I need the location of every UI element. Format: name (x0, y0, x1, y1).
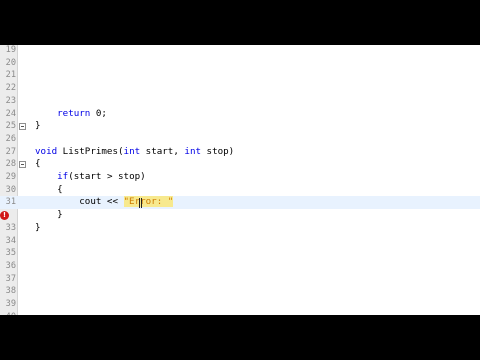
code-line[interactable]: 36 (0, 260, 480, 273)
code-line[interactable]: 28 { (0, 158, 480, 171)
code-line[interactable]: 35 (0, 247, 480, 260)
code-line[interactable]: 30 { (0, 184, 480, 197)
line-number: 35 (5, 248, 16, 259)
line-number: 40 (0, 311, 16, 315)
line-number: 30 (5, 184, 16, 195)
code-line[interactable]: 25} (0, 120, 480, 133)
code-text: } (35, 120, 41, 132)
code-text: { (35, 183, 63, 195)
code-line[interactable]: 27 void ListPrimes(int start, int stop) (0, 146, 480, 159)
code-line[interactable]: 33} (0, 222, 480, 235)
code-line[interactable]: 24 return 0; (0, 108, 480, 121)
line-number: 37 (5, 273, 16, 284)
code-text: } (35, 209, 63, 221)
code-editor[interactable]: 19 20 21 22 23 24 return 0; 25} 26 27 void ListPr… (0, 45, 480, 315)
keyword: int (123, 145, 141, 157)
line-number: 27 (5, 146, 16, 157)
line-number: 21 (5, 70, 16, 81)
keyword: void (35, 145, 58, 157)
code-line[interactable]: 29 if(start > stop) (0, 171, 480, 184)
code-text: return 0; (57, 107, 107, 119)
code-line[interactable]: 39 (0, 298, 480, 311)
code-line[interactable]: 22 (0, 82, 480, 95)
line-number: 31 (5, 197, 16, 208)
code-line[interactable]: 38 (0, 285, 480, 298)
code-text: void ListPrimes(int start, int stop) (35, 145, 235, 157)
line-number: 39 (5, 299, 16, 309)
code-line[interactable]: 40 (0, 311, 480, 315)
code-text: cout << "Error: " (35, 196, 174, 208)
keyword: return (57, 107, 91, 119)
line-number: 36 (5, 260, 16, 271)
code-line[interactable]: 34 (0, 235, 480, 248)
code-line[interactable]: 19 (0, 45, 480, 57)
line-number: 33 (5, 222, 16, 233)
code-text: { (35, 158, 41, 170)
line-number: 25 (5, 121, 16, 132)
keyword: if (57, 171, 69, 182)
code-text: } (35, 221, 41, 233)
line-number: 29 (5, 172, 16, 182)
code-text: if(start > stop) (57, 171, 146, 182)
line-number: 24 (5, 108, 16, 119)
line-number: 19 (5, 45, 16, 55)
line-number: 23 (5, 95, 16, 106)
line-number: 34 (5, 235, 16, 246)
code-line[interactable]: 21 (0, 69, 480, 82)
line-number: 20 (5, 57, 16, 68)
line-number: 28 (5, 159, 16, 170)
code-line[interactable]: 32! } (0, 209, 480, 222)
code-line[interactable]: 26 (0, 133, 480, 146)
text-cursor-icon (139, 197, 142, 208)
code-line[interactable]: 31 cout << "Error: " (0, 196, 480, 210)
fold-toggle-icon[interactable] (19, 123, 26, 131)
string-literal: "Error: " (123, 196, 174, 208)
line-number: 22 (5, 83, 16, 94)
line-number: 26 (5, 133, 16, 144)
line-number: 38 (5, 286, 16, 297)
code-line[interactable]: 23 (0, 95, 480, 108)
fold-toggle-icon[interactable] (19, 161, 26, 169)
keyword: int (184, 145, 202, 157)
code-line[interactable]: 20 (0, 57, 480, 70)
code-line[interactable]: 37 (0, 273, 480, 286)
